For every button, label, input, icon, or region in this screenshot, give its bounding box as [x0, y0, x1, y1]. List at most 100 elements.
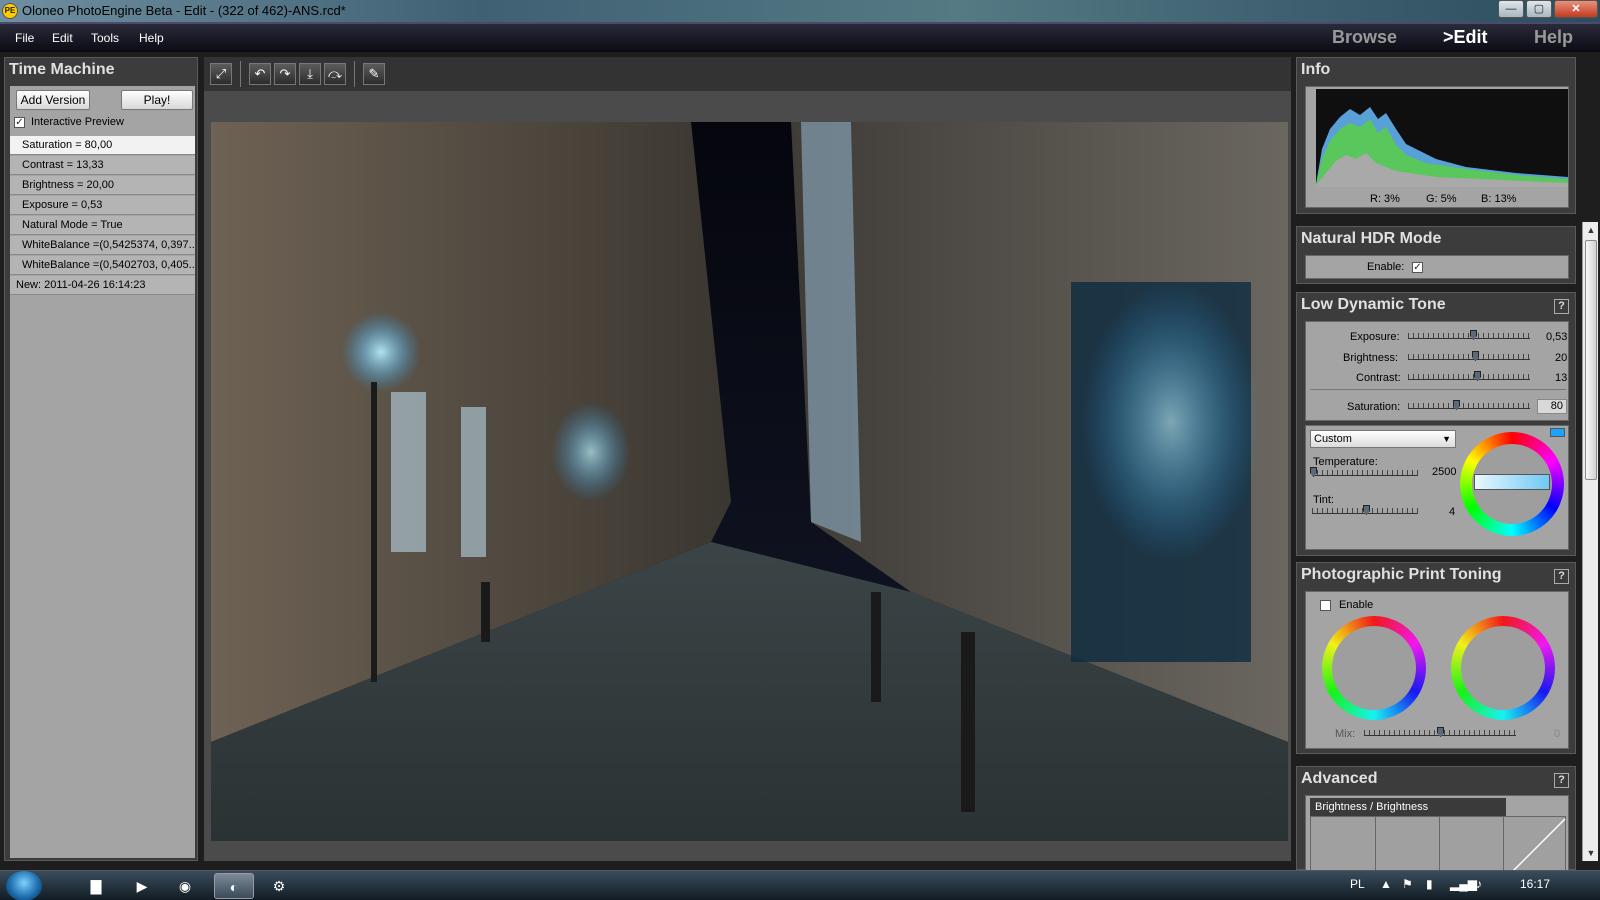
- photoengine-taskbar-icon[interactable]: ◐: [214, 873, 254, 899]
- right-panel-scrollbar[interactable]: ▲ ▼: [1582, 222, 1598, 861]
- flip-horizontal-icon[interactable]: ⤼: [324, 63, 346, 85]
- history-item[interactable]: WhiteBalance =(0,5425374, 0,397...: [10, 236, 195, 255]
- tone-divider: [1310, 389, 1566, 390]
- app-window: PE Oloneo PhotoEngine Beta - Edit - (322…: [0, 0, 1600, 900]
- shadows-toning-wheel[interactable]: [1322, 616, 1426, 720]
- white-balance-picker-icon[interactable]: ✎: [363, 63, 385, 85]
- highlights-toning-wheel[interactable]: [1451, 616, 1555, 720]
- clock[interactable]: 16:17: [1520, 877, 1550, 891]
- brightness-curve: [1512, 818, 1566, 870]
- wb-color-swatch[interactable]: [1550, 428, 1565, 437]
- exposure-slider[interactable]: [1408, 330, 1530, 340]
- exposure-slider-thumb[interactable]: [1470, 330, 1477, 340]
- settings-taskbar-icon[interactable]: ⚙: [259, 873, 299, 899]
- menu-tools[interactable]: Tools: [91, 31, 119, 45]
- temperature-label: Temperature:: [1313, 456, 1378, 468]
- image-canvas: [204, 91, 1291, 861]
- interactive-preview-checkbox[interactable]: ✓: [14, 117, 25, 128]
- print-toning-panel: Photographic Print Toning ? Enable Mix: …: [1296, 562, 1576, 754]
- chevron-down-icon: ▼: [1442, 434, 1451, 444]
- photo-preview[interactable]: [211, 122, 1288, 841]
- minimize-button[interactable]: —: [1498, 0, 1524, 18]
- explorer-taskbar-icon[interactable]: ▇: [76, 873, 116, 899]
- chrome-taskbar-icon[interactable]: ◉: [165, 873, 205, 899]
- add-version-button[interactable]: Add Version: [16, 90, 90, 110]
- low-dynamic-tone-title: Low Dynamic Tone: [1301, 296, 1446, 313]
- info-panel: Info R: 3% G: 5% B: 13%: [1296, 57, 1576, 214]
- temperature-slider-thumb[interactable]: [1310, 467, 1317, 477]
- advanced-help-icon[interactable]: ?: [1554, 773, 1569, 788]
- curve-editor[interactable]: [1310, 816, 1566, 870]
- fit-to-screen-icon[interactable]: ⤢: [210, 63, 232, 85]
- mode-browse[interactable]: Browse: [1332, 27, 1397, 48]
- flip-vertical-icon[interactable]: ⤓: [299, 63, 321, 85]
- mix-label: Mix:: [1335, 728, 1356, 740]
- menu-help[interactable]: Help: [139, 31, 164, 45]
- contrast-slider[interactable]: [1408, 371, 1530, 381]
- interactive-preview-label: Interactive Preview: [31, 116, 124, 128]
- tint-label: Tint:: [1313, 494, 1334, 506]
- wb-preset-dropdown[interactable]: Custom ▼: [1310, 430, 1456, 448]
- natural-hdr-body: Enable: ✓: [1305, 255, 1569, 279]
- tray-expand-icon[interactable]: ▲: [1380, 877, 1392, 891]
- scroll-up-icon[interactable]: ▲: [1583, 222, 1599, 238]
- menu-bar: File Edit Tools Help Browse >Edit Help: [0, 22, 1600, 52]
- natural-hdr-enable-checkbox[interactable]: ✓: [1412, 262, 1423, 273]
- history-item[interactable]: Exposure = 0,53: [10, 196, 195, 215]
- action-center-icon[interactable]: ⚑: [1402, 877, 1413, 891]
- histogram-box: R: 3% G: 5% B: 13%: [1305, 86, 1569, 208]
- print-toning-title: Photographic Print Toning: [1301, 566, 1502, 583]
- history-item[interactable]: New: 2011-04-26 16:14:23: [10, 276, 195, 295]
- brightness-slider[interactable]: [1408, 351, 1530, 361]
- temperature-slider[interactable]: [1310, 467, 1418, 477]
- saturation-slider[interactable]: [1408, 400, 1530, 410]
- low-dynamic-tone-help-icon[interactable]: ?: [1554, 299, 1569, 314]
- saturation-slider-thumb[interactable]: [1453, 400, 1460, 410]
- mode-edit[interactable]: >Edit: [1443, 27, 1488, 48]
- color-wheel-center: [1332, 626, 1416, 710]
- scroll-down-icon[interactable]: ▼: [1583, 845, 1599, 861]
- time-machine-title: Time Machine: [9, 61, 115, 78]
- curve-tab[interactable]: Brightness / Brightness: [1310, 798, 1506, 816]
- history-item[interactable]: Saturation = 80,00: [10, 136, 195, 155]
- mix-slider-thumb[interactable]: [1437, 727, 1444, 737]
- language-indicator[interactable]: PL: [1350, 877, 1365, 891]
- histogram-red-value: R: 3%: [1370, 193, 1400, 205]
- scrollbar-thumb[interactable]: [1585, 240, 1597, 480]
- color-wheel-center: [1461, 626, 1545, 710]
- title-bar[interactable]: PE Oloneo PhotoEngine Beta - Edit - (322…: [0, 0, 1600, 22]
- history-item[interactable]: Contrast = 13,33: [10, 156, 195, 175]
- print-toning-enable-checkbox[interactable]: [1320, 600, 1331, 611]
- menu-edit[interactable]: Edit: [52, 31, 73, 45]
- brightness-value: 20: [1555, 352, 1568, 364]
- maximize-button[interactable]: ▢: [1526, 0, 1552, 18]
- info-title: Info: [1301, 61, 1331, 78]
- white-balance-color-wheel[interactable]: [1460, 432, 1564, 536]
- image-toolbar: ⤢ ↶ ↷ ⤓ ⤼ ✎: [204, 57, 1291, 91]
- media-player-taskbar-icon[interactable]: ▶: [122, 873, 162, 899]
- tint-slider-thumb[interactable]: [1363, 505, 1370, 515]
- history-item[interactable]: Natural Mode = True: [10, 216, 195, 235]
- mode-help[interactable]: Help: [1534, 27, 1573, 48]
- tint-slider[interactable]: [1312, 505, 1418, 515]
- start-button-icon[interactable]: [6, 871, 42, 900]
- windows-taskbar: ▇ ▶ ◉ ◐ ⚙ PL ▲ ⚑ ▮ ▂▄▆ ♪ 16:17: [0, 870, 1600, 900]
- contrast-value: 13: [1555, 372, 1568, 384]
- history-item[interactable]: Brightness = 20,00: [10, 176, 195, 195]
- history-item[interactable]: WhiteBalance =(0,5402703, 0,405...: [10, 256, 195, 275]
- volume-icon[interactable]: ♪: [1476, 877, 1482, 891]
- rotate-right-icon[interactable]: ↷: [274, 63, 296, 85]
- brightness-slider-thumb[interactable]: [1472, 351, 1479, 361]
- toolbar-divider: [354, 61, 355, 87]
- power-icon[interactable]: ▮: [1426, 877, 1433, 891]
- close-button[interactable]: ✕: [1554, 0, 1598, 18]
- contrast-slider-thumb[interactable]: [1474, 371, 1481, 381]
- time-machine-body: Add Version Play! ✓ Interactive Preview …: [10, 86, 195, 858]
- menu-file[interactable]: File: [15, 31, 34, 45]
- saturation-value-input[interactable]: 80: [1537, 399, 1567, 414]
- play-button[interactable]: Play!: [121, 90, 193, 110]
- network-icon[interactable]: ▂▄▆: [1450, 877, 1477, 891]
- rotate-left-icon[interactable]: ↶: [249, 63, 271, 85]
- print-toning-help-icon[interactable]: ?: [1554, 569, 1569, 584]
- mix-slider[interactable]: [1364, 727, 1516, 737]
